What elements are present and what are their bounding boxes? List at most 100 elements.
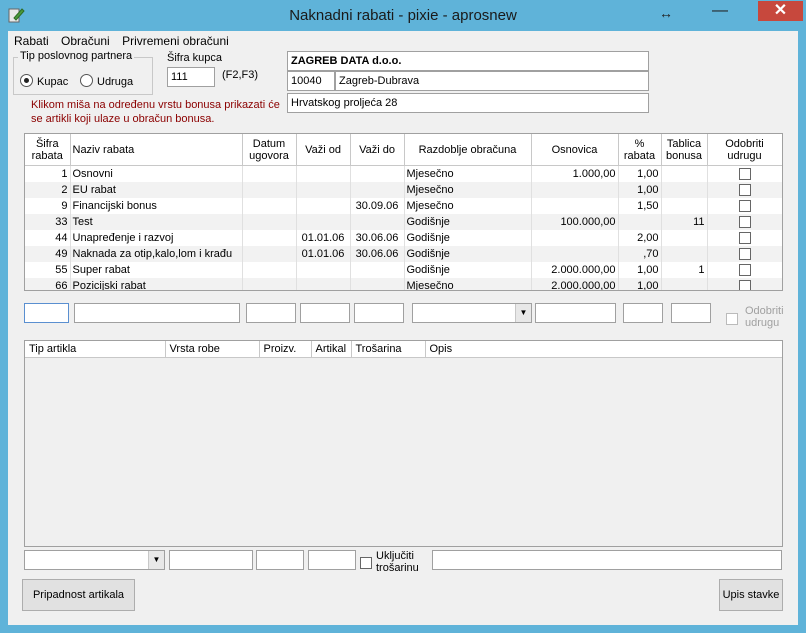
cell-valid-from[interactable]: 01.01.06 [296, 246, 351, 262]
cell-percent[interactable]: 1,00 [618, 262, 662, 278]
cell-bonus-table[interactable] [661, 230, 708, 246]
col-datum-ugovora[interactable]: Datum ugovora [242, 134, 297, 166]
cell-valid-from[interactable] [296, 198, 351, 214]
cell-valid-to[interactable] [350, 262, 405, 278]
cell-valid-to[interactable]: 30.06.06 [350, 230, 405, 246]
cell-base[interactable] [531, 198, 619, 214]
cell-code[interactable]: 49 [25, 246, 71, 262]
menu-obracuni[interactable]: Obračuni [61, 34, 110, 48]
cell-percent[interactable] [618, 214, 662, 230]
cell-bonus-table[interactable] [661, 165, 708, 182]
approve-checkbox[interactable] [738, 184, 751, 197]
cell-period[interactable]: Godišnje [404, 246, 532, 262]
resize-icon[interactable]: ↔ [659, 5, 673, 21]
cell-code[interactable]: 44 [25, 230, 71, 246]
cell-valid-from[interactable] [296, 182, 351, 198]
cell-code[interactable]: 66 [25, 278, 71, 290]
col-proizv[interactable]: Proizv. [259, 341, 312, 358]
cell-code[interactable]: 33 [25, 214, 71, 230]
article-producer-input[interactable] [256, 550, 304, 570]
menu-rabati[interactable]: Rabati [14, 34, 49, 48]
edit-valid-from-input[interactable] [300, 303, 350, 323]
minimize-button[interactable]: — [712, 2, 728, 20]
cell-valid-to[interactable] [350, 214, 405, 230]
edit-base-input[interactable] [535, 303, 616, 323]
cell-base[interactable] [531, 230, 619, 246]
edit-approve-checkbox[interactable] [726, 313, 738, 325]
col-opis[interactable]: Opis [425, 341, 782, 358]
article-type-select[interactable]: ▼ [24, 550, 165, 570]
cell-contract-date[interactable] [242, 230, 297, 246]
col-tip-artikla[interactable]: Tip artikla [25, 341, 166, 358]
radio-udruga[interactable]: Udruga [80, 74, 133, 88]
cell-bonus-table[interactable]: 11 [661, 214, 708, 230]
table-row[interactable]: 33 Test Godišnje 100.000,00 11 [25, 214, 782, 230]
cell-name[interactable]: Unapređenje i razvoj [70, 230, 243, 246]
col-sifra-rabata[interactable]: Šifra rabata [25, 134, 71, 166]
cell-base[interactable] [531, 246, 619, 262]
cell-bonus-table[interactable]: 1 [661, 262, 708, 278]
cell-valid-to[interactable] [350, 278, 405, 290]
cell-base[interactable]: 100.000,00 [531, 214, 619, 230]
col-artikal[interactable]: Artikal [311, 341, 352, 358]
article-item-input[interactable] [308, 550, 356, 570]
include-excise-checkbox[interactable] [360, 557, 372, 569]
cell-period[interactable]: Mjesečno [404, 198, 532, 214]
edit-bonus-table-input[interactable] [671, 303, 711, 323]
cell-period[interactable]: Mjesečno [404, 182, 532, 198]
table-row[interactable]: 2 EU rabat Mjesečno 1,00 [25, 182, 782, 198]
cell-period[interactable]: Godišnje [404, 214, 532, 230]
cell-valid-to[interactable]: 30.06.06 [350, 246, 405, 262]
cell-contract-date[interactable] [242, 262, 297, 278]
col-naziv-rabata[interactable]: Naziv rabata [70, 134, 243, 166]
cell-period[interactable]: Mjesečno [404, 278, 532, 290]
approve-checkbox[interactable] [738, 232, 751, 245]
cell-valid-to[interactable] [350, 165, 405, 182]
cell-period[interactable]: Godišnje [404, 230, 532, 246]
cell-name[interactable]: Naknada za otip,kalo,lom i krađu [70, 246, 243, 262]
cell-percent[interactable]: 2,00 [618, 230, 662, 246]
col-vazi-od[interactable]: Važi od [296, 134, 351, 166]
edit-name-input[interactable] [74, 303, 240, 323]
menu-privremeni-obracuni[interactable]: Privremeni obračuni [122, 34, 229, 48]
cell-code[interactable]: 1 [25, 165, 71, 182]
col-odobriti-udrugu[interactable]: Odobriti udrugu [707, 134, 782, 166]
cell-percent[interactable]: ,70 [618, 246, 662, 262]
table-row[interactable]: 9 Financijski bonus 30.09.06 Mjesečno 1,50 [25, 198, 782, 214]
chevron-down-icon[interactable]: ▼ [515, 304, 531, 322]
cell-valid-from[interactable]: 01.01.06 [296, 230, 351, 246]
table-row[interactable]: 1 Osnovni Mjesečno 1.000,00 1,00 [25, 165, 782, 182]
col-postotak-rabata[interactable]: % rabata [618, 134, 662, 166]
approve-checkbox[interactable] [738, 264, 751, 277]
cell-period[interactable]: Godišnje [404, 262, 532, 278]
cell-code[interactable]: 2 [25, 182, 71, 198]
cell-name[interactable]: EU rabat [70, 182, 243, 198]
edit-code-input[interactable] [24, 303, 69, 323]
cell-valid-to[interactable] [350, 182, 405, 198]
approve-checkbox[interactable] [738, 216, 751, 229]
cell-contract-date[interactable] [242, 214, 297, 230]
approve-checkbox[interactable] [738, 248, 751, 261]
article-description-input[interactable] [432, 550, 782, 570]
cell-valid-to[interactable]: 30.09.06 [350, 198, 405, 214]
cell-contract-date[interactable] [242, 182, 297, 198]
table-row[interactable]: 44 Unapređenje i razvoj 01.01.06 30.06.06 Go… [25, 230, 782, 246]
cell-name[interactable]: Test [70, 214, 243, 230]
cell-name[interactable]: Pozicijski rabat [70, 278, 243, 290]
cell-name[interactable]: Osnovni [70, 165, 243, 182]
cell-base[interactable]: 2.000.000,00 [531, 262, 619, 278]
approve-checkbox[interactable] [738, 200, 751, 213]
col-trosarina[interactable]: Trošarina [351, 341, 426, 358]
col-razdoblje[interactable]: Razdoblje obračuna [404, 134, 532, 166]
close-button[interactable]: ✕ [758, 1, 803, 21]
table-row[interactable]: 66 Pozicijski rabat Mjesečno 2.000.000,00 1,… [25, 278, 782, 290]
cell-bonus-table[interactable] [661, 182, 708, 198]
cell-base[interactable] [531, 182, 619, 198]
customer-code-input[interactable]: 111 [167, 67, 215, 87]
cell-percent[interactable]: 1,00 [618, 165, 662, 182]
table-row[interactable]: 49 Naknada za otip,kalo,lom i krađu 01.01.… [25, 246, 782, 262]
cell-name[interactable]: Super rabat [70, 262, 243, 278]
radio-kupac[interactable]: Kupac [20, 74, 68, 88]
cell-period[interactable]: Mjesečno [404, 165, 532, 182]
cell-contract-date[interactable] [242, 246, 297, 262]
